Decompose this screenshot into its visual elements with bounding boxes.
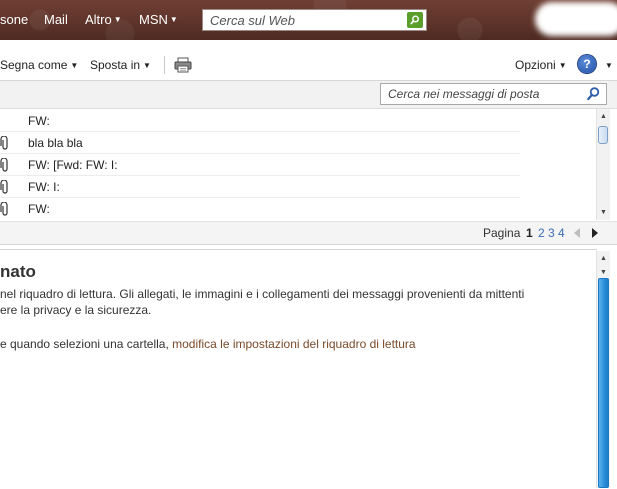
nav-msn-menu[interactable]: MSN ▼	[139, 12, 178, 27]
mail-search-box	[380, 83, 607, 105]
mail-search-input[interactable]	[381, 84, 583, 104]
message-subject: FW:	[28, 202, 50, 216]
chevron-down-icon: ▼	[113, 15, 122, 24]
scroll-up-arrow-icon[interactable]: ▲	[597, 252, 610, 265]
nav-people-link[interactable]: sone	[0, 12, 28, 27]
message-list: FW: bla bla bla FW: [Fwd: FW: I: FW: I: …	[0, 110, 597, 220]
message-row[interactable]: FW:	[0, 110, 597, 132]
reading-pane-text: e quando selezioni una cartella,	[0, 337, 169, 351]
reading-pane-scrollbar[interactable]: ▲ ▼	[596, 251, 610, 488]
scroll-up-arrow-icon[interactable]: ▲	[597, 110, 610, 123]
page-current: 1	[526, 226, 533, 240]
move-to-label: Sposta in	[90, 58, 141, 72]
help-icon[interactable]: ?	[578, 55, 596, 73]
attachment-icon	[0, 202, 8, 216]
message-row[interactable]: FW: [Fwd: FW: I:	[0, 154, 597, 176]
page-link-2[interactable]: 2	[538, 226, 545, 240]
nav-other-menu[interactable]: Altro ▼	[85, 12, 122, 27]
attachment-icon	[0, 180, 8, 194]
nav-msn-label: MSN	[139, 12, 168, 27]
web-search-input[interactable]	[203, 10, 405, 30]
web-search-box	[202, 9, 427, 31]
web-search-button[interactable]	[407, 12, 423, 28]
nav-other-label: Altro	[85, 12, 112, 27]
toolbar-divider	[164, 56, 165, 74]
message-subject: FW: I:	[28, 180, 60, 194]
user-account-area[interactable]	[535, 2, 617, 36]
message-row[interactable]: FW:	[0, 198, 597, 220]
next-page-icon[interactable]	[592, 228, 598, 238]
reading-pane-text-line: nel riquadro di lettura. Gli allegati, l…	[0, 287, 525, 301]
chevron-down-icon: ▼	[558, 61, 567, 70]
message-subject: FW:	[28, 114, 50, 128]
top-header-bar: sone Mail Altro ▼ MSN ▼	[0, 0, 617, 40]
chevron-down-icon: ▼	[70, 61, 79, 70]
message-row[interactable]: FW: I:	[0, 176, 597, 198]
reading-pane: nato nel riquadro di lettura. Gli allega…	[0, 249, 597, 489]
pagination-bar: Pagina 1 2 3 4	[0, 221, 617, 245]
reading-pane-text-line: e quando selezioni una cartella, modific…	[0, 337, 416, 351]
message-subject: bla bla bla	[28, 136, 83, 150]
scrollbar-thumb[interactable]	[598, 126, 608, 144]
page-link-4[interactable]: 4	[558, 226, 565, 240]
chevron-down-icon: ▼	[605, 61, 613, 70]
attachment-icon	[0, 136, 8, 150]
scroll-down-arrow-icon[interactable]: ▼	[597, 206, 610, 219]
nav-mail-link[interactable]: Mail	[44, 12, 68, 27]
command-toolbar: Segna come ▼ Sposta in ▼ Opzioni ▼ ? ▼	[0, 40, 617, 81]
move-to-menu[interactable]: Sposta in ▼	[90, 58, 151, 72]
reading-pane-text-line: ere la privacy e la sicurezza.	[0, 303, 152, 317]
page-link-3[interactable]: 3	[548, 226, 555, 240]
options-menu[interactable]: Opzioni ▼	[515, 58, 567, 72]
chevron-down-icon: ▼	[143, 61, 151, 70]
previous-page-icon	[574, 228, 580, 238]
message-list-scrollbar[interactable]: ▲ ▼	[596, 109, 610, 220]
mail-search-band	[0, 81, 617, 109]
help-menu-chevron[interactable]: ▼	[602, 58, 613, 72]
print-icon[interactable]	[174, 57, 192, 73]
chevron-down-icon: ▼	[169, 15, 178, 24]
search-icon[interactable]	[587, 87, 600, 101]
options-label: Opzioni	[515, 58, 556, 72]
message-row[interactable]: bla bla bla	[0, 132, 597, 154]
reading-pane-title: nato	[0, 262, 36, 281]
attachment-icon	[0, 158, 8, 172]
message-subject: FW: [Fwd: FW: I:	[28, 158, 118, 172]
reading-pane-settings-link[interactable]: modifica le impostazioni del riquadro di…	[172, 337, 415, 351]
scrollbar-thumb[interactable]	[598, 278, 609, 488]
mark-as-menu[interactable]: Segna come ▼	[0, 58, 78, 72]
search-icon	[410, 15, 419, 25]
page-label: Pagina	[483, 226, 521, 240]
mark-as-label: Segna come	[0, 58, 68, 72]
